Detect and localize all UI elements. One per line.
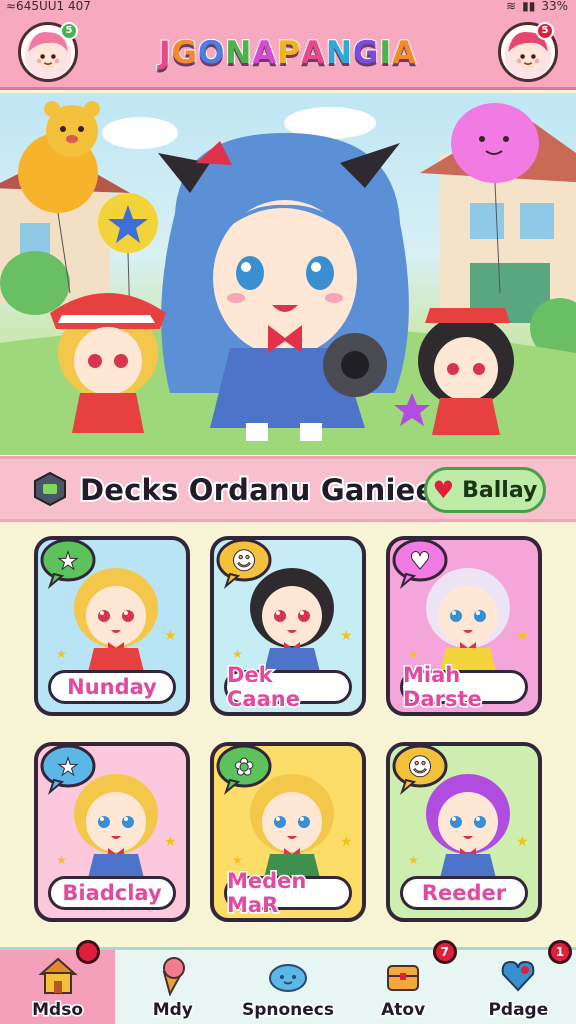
- svg-text:★: ★: [56, 647, 67, 661]
- deck-card[interactable]: ★ ★ ✿ Meden MaR: [210, 742, 366, 922]
- speech-bubble-icon: ☻: [216, 540, 272, 590]
- battery-level: 33%: [541, 0, 568, 13]
- cloud-icon: [267, 954, 309, 996]
- app-title-letter: A: [391, 34, 417, 72]
- deck-card-label: Meden MaR: [224, 868, 352, 918]
- deck-card[interactable]: ★ ★ ★ Nunday: [34, 536, 190, 716]
- heart-balloon-icon: [497, 954, 539, 996]
- ice-cream-icon: [152, 954, 194, 997]
- rally-button-label: Ballay: [462, 477, 538, 503]
- notification-badge: 1: [547, 940, 572, 964]
- deck-card-grid: ★ ★ ★ Nunday ★ ★ ☻ Dek Caane ★ ★ ♥ Miah Darste ★ ★ ★ Bi…: [0, 522, 576, 947]
- app-title-letter: O: [197, 34, 226, 72]
- speech-bubble-icon: ☻: [392, 746, 448, 796]
- nav-item-atov[interactable]: Atov 7: [346, 940, 461, 1024]
- deck-card-label: Miah Darste: [400, 662, 528, 712]
- deck-card-label: Dek Caane: [224, 662, 352, 712]
- nav-item-label: Mdso: [31, 999, 85, 1022]
- svg-text:★: ★: [56, 853, 67, 867]
- app-title-letter: A: [251, 34, 278, 72]
- svg-text:★: ★: [232, 647, 243, 661]
- svg-text:★: ★: [340, 628, 353, 644]
- deck-card-label: Reeder: [400, 876, 528, 910]
- svg-text:★: ★: [232, 853, 243, 867]
- speech-bubble-icon: ✿: [216, 746, 272, 796]
- nav-item-mdy[interactable]: Mdy: [115, 950, 230, 1024]
- wifi-icon: ≋: [506, 0, 517, 13]
- svg-text:☻: ☻: [231, 547, 256, 575]
- nav-item-spnonecs[interactable]: Spnonecs: [230, 950, 345, 1024]
- svg-text:★: ★: [340, 834, 353, 850]
- app-header: 5 JGONAPANGIA 5: [0, 14, 576, 90]
- svg-text:★: ★: [516, 628, 529, 644]
- svg-text:★: ★: [408, 647, 419, 661]
- svg-text:☻: ☻: [407, 753, 432, 781]
- nav-item-label: Mdy: [151, 999, 194, 1022]
- nav-item-label: Atov: [380, 999, 427, 1022]
- notification-badge: [76, 940, 100, 964]
- svg-text:♥: ♥: [409, 547, 431, 575]
- notification-badge-right: 5: [536, 22, 554, 40]
- rally-button[interactable]: ♥ Ballay: [424, 467, 546, 513]
- app-title-letter: A: [300, 34, 327, 72]
- app-title-letter: G: [352, 34, 380, 72]
- nav-item-label: Pdage: [487, 999, 550, 1022]
- status-time: ≈645UU1 407: [6, 0, 91, 13]
- svg-text:★: ★: [516, 834, 529, 850]
- speech-bubble-icon: ★: [40, 746, 96, 796]
- hero-illustration: [0, 101, 576, 455]
- app-title: JGONAPANGIA: [150, 30, 426, 76]
- svg-text:★: ★: [164, 834, 177, 850]
- speech-bubble-icon: ♥: [392, 540, 448, 590]
- deck-card-label: Nunday: [48, 670, 176, 704]
- app-title-letter: G: [171, 34, 198, 72]
- nav-item-pdage[interactable]: Pdage 1: [461, 940, 576, 1024]
- notification-badge-left: 5: [60, 22, 78, 40]
- nav-item-mdso[interactable]: Mdso: [0, 940, 116, 1024]
- signal-icon: ▮▮: [522, 0, 536, 13]
- svg-text:★: ★: [164, 628, 177, 644]
- deck-card[interactable]: ★ ★ ☻ Reeder: [386, 742, 542, 922]
- svg-text:★: ★: [408, 853, 419, 867]
- status-bar: ≈645UU1 407 ≋ ▮▮ 33%: [0, 0, 576, 14]
- section-title: Decks Ordanu Ganiees: [78, 471, 455, 509]
- svg-text:★: ★: [57, 547, 79, 575]
- speech-bubble-icon: ★: [40, 540, 96, 590]
- deck-hexagon-icon: [34, 471, 66, 507]
- notification-badge: 7: [432, 940, 457, 964]
- svg-text:★: ★: [57, 753, 79, 781]
- nav-item-label: Spnonecs: [240, 999, 335, 1022]
- deck-card[interactable]: ★ ★ ♥ Miah Darste: [386, 536, 542, 716]
- app-title-letter: P: [276, 34, 302, 72]
- app-title-letter: N: [325, 34, 353, 72]
- deck-card[interactable]: ★ ★ ★ Biadclay: [34, 742, 190, 922]
- app-title-letter: I: [378, 34, 392, 72]
- hero-banner: [0, 93, 576, 455]
- treasure-chest-icon: [382, 954, 424, 996]
- app-title-letter: J: [158, 34, 172, 72]
- house-icon: [37, 954, 79, 996]
- deck-card-label: Biadclay: [48, 876, 176, 910]
- app-title-letter: N: [224, 34, 253, 72]
- heart-icon: ♥: [432, 476, 455, 504]
- deck-card[interactable]: ★ ★ ☻ Dek Caane: [210, 536, 366, 716]
- svg-text:✿: ✿: [234, 753, 254, 781]
- bottom-navigation: Mdso Mdy Spnonecs Atov 7 Pdage 1: [0, 940, 576, 1024]
- section-header: Decks Ordanu Ganiees ♥ Ballay: [0, 456, 576, 522]
